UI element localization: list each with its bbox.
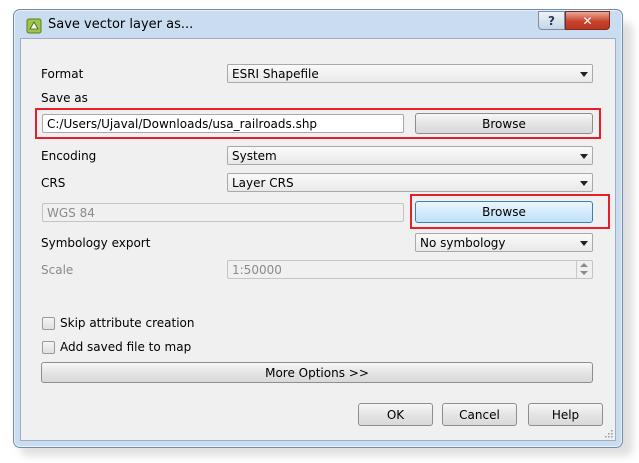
more-options-button[interactable]: More Options >>	[41, 362, 593, 383]
format-combo[interactable]: ESRI Shapefile	[227, 64, 593, 83]
chevron-down-icon	[580, 154, 588, 159]
question-icon[interactable]: ?	[538, 11, 565, 30]
dialog-body: Format ESRI Shapefile Save as Browse Enc…	[20, 38, 616, 441]
add-to-map-label: Add saved file to map	[60, 340, 192, 354]
skip-attribute-checkbox[interactable]	[42, 317, 55, 330]
add-to-map-checkbox[interactable]	[42, 341, 55, 354]
title-bar[interactable]: Save vector layer as... ? ✕	[14, 10, 622, 38]
dialog-window: Save vector layer as... ? ✕ Format ESRI …	[13, 9, 623, 448]
help-button[interactable]: Help	[528, 403, 603, 426]
save-as-input[interactable]	[42, 114, 404, 133]
format-label: Format	[41, 67, 84, 81]
window-title: Save vector layer as...	[48, 17, 194, 32]
scale-value: 1:50000	[232, 263, 282, 277]
format-value: ESRI Shapefile	[232, 67, 319, 81]
crs-display-field	[42, 203, 404, 222]
symbology-value: No symbology	[420, 236, 506, 250]
cancel-button[interactable]: Cancel	[442, 403, 517, 426]
crs-label: CRS	[41, 176, 66, 190]
ok-button[interactable]: OK	[358, 403, 433, 426]
chevron-down-icon	[580, 72, 588, 77]
qgis-icon	[26, 18, 42, 34]
symbology-label: Symbology export	[41, 236, 151, 250]
symbology-combo[interactable]: No symbology	[415, 233, 593, 252]
crs-value: Layer CRS	[232, 176, 294, 190]
encoding-label: Encoding	[41, 149, 97, 163]
chevron-down-icon	[580, 181, 588, 186]
crs-combo[interactable]: Layer CRS	[227, 173, 593, 192]
save-as-label: Save as	[41, 91, 88, 105]
browse-crs-button[interactable]: Browse	[415, 201, 593, 223]
scale-spinbox: 1:50000	[227, 260, 593, 279]
skip-attribute-label: Skip attribute creation	[60, 316, 195, 330]
encoding-combo[interactable]: System	[227, 146, 593, 165]
encoding-value: System	[232, 149, 277, 163]
resize-grip-icon[interactable]	[603, 428, 613, 438]
spinner-arrows-icon	[576, 261, 592, 278]
chevron-down-icon	[580, 241, 588, 246]
browse-file-button[interactable]: Browse	[415, 113, 593, 134]
close-icon[interactable]: ✕	[565, 11, 610, 30]
scale-label: Scale	[41, 263, 74, 277]
